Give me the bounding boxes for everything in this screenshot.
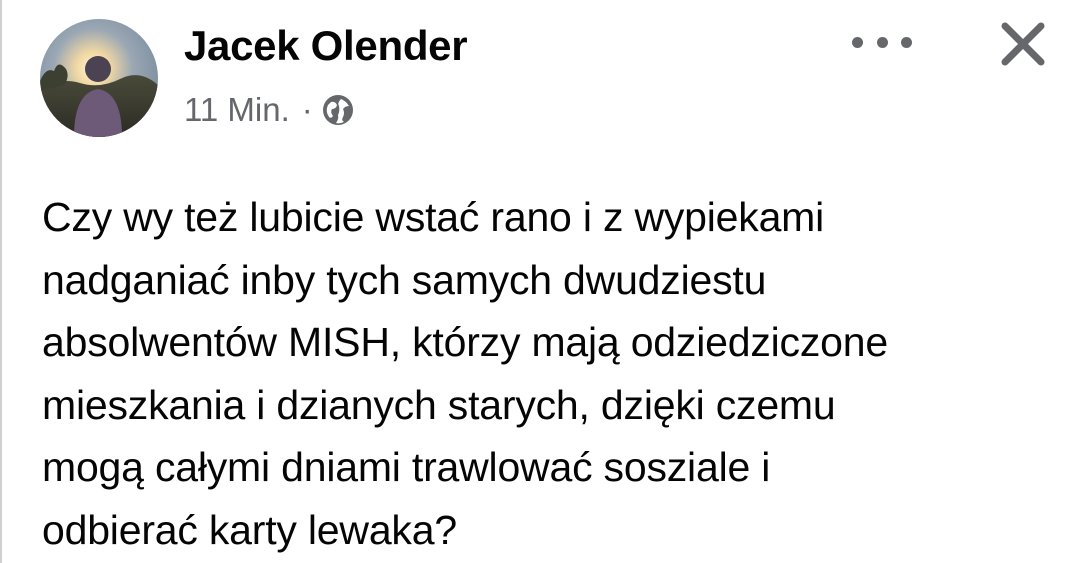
close-icon (1001, 22, 1045, 66)
author-name[interactable]: Jacek Olender (184, 22, 468, 70)
avatar-photo (40, 19, 158, 137)
post-card: Jacek Olender 11 Min. · Czy wy też lubic… (0, 0, 1080, 563)
more-options-dot (901, 36, 912, 48)
post-meta: 11 Min. · (184, 88, 355, 132)
more-options-dot (876, 36, 888, 48)
meta-separator: · (301, 91, 313, 128)
author-avatar[interactable] (40, 19, 158, 137)
close-button[interactable] (996, 17, 1050, 71)
more-options-icon (852, 36, 863, 48)
post-text: Czy wy też lubicie wstać rano i z wypiek… (42, 194, 888, 553)
more-options-button[interactable] (852, 24, 912, 60)
globe-icon[interactable] (321, 93, 355, 127)
post-timestamp[interactable]: 11 Min. (184, 91, 290, 129)
